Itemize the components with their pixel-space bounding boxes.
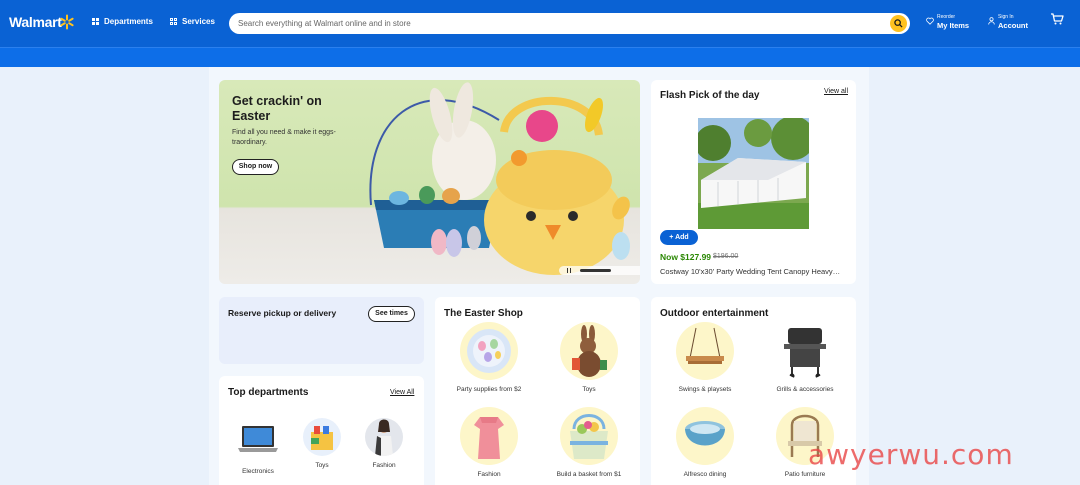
easter-tile-party-supplies[interactable]: Party supplies from $2 xyxy=(447,322,531,393)
department-label: Electronics xyxy=(242,468,274,475)
flash-view-all-link[interactable]: View all xyxy=(824,88,848,95)
outdoor-tile-swings[interactable]: Swings & playsets xyxy=(663,322,747,393)
was-price: $196.00 xyxy=(713,253,739,260)
easter-item-label: Build a basket from $1 xyxy=(556,471,622,478)
outdoor-tile-grills[interactable]: Grills & accessories xyxy=(763,322,847,393)
outdoor-title: Outdoor entertainment xyxy=(660,308,769,319)
easter-shop-title: The Easter Shop xyxy=(444,308,523,319)
easter-item-label: Fashion xyxy=(477,471,501,478)
swing-icon xyxy=(676,322,734,380)
hero-title: Get crackin' on Easter xyxy=(232,94,322,123)
hero-subtitle: Find all you need & make it eggs-traordi… xyxy=(232,129,336,146)
pause-icon[interactable] xyxy=(567,268,571,273)
see-times-button[interactable]: See times xyxy=(368,306,415,322)
reorder-small-label: Reorder xyxy=(937,14,956,20)
add-to-cart-button[interactable]: + Add xyxy=(660,230,698,245)
spark-logo-icon[interactable] xyxy=(59,14,75,30)
easter-basket-icon xyxy=(560,407,618,465)
department-tile-electronics[interactable]: Electronics xyxy=(233,418,283,475)
signin-small-label: Sign In xyxy=(998,14,1014,20)
current-price: Now $127.99 xyxy=(660,252,712,262)
product-name-link[interactable]: Costway 10'x30' Party Wedding Tent Canop… xyxy=(660,267,850,276)
shop-now-button[interactable]: Shop now xyxy=(232,159,279,175)
account-link[interactable]: Sign In Account xyxy=(988,14,1028,31)
top-header: Walmart Departments Services Reorder My xyxy=(0,0,1080,47)
grid-icon xyxy=(92,17,100,26)
search-bar xyxy=(229,13,910,34)
department-tile-toys[interactable]: Toys xyxy=(299,418,345,469)
easter-hero-banner[interactable]: Get crackin' on Easter Find all you need… xyxy=(219,80,640,284)
person-icon xyxy=(988,17,995,25)
outdoor-item-label: Alfresco dining xyxy=(683,471,727,478)
search-button[interactable] xyxy=(890,15,907,32)
departments-button[interactable]: Departments xyxy=(92,17,153,26)
bowl-icon xyxy=(676,407,734,465)
heart-icon xyxy=(926,17,934,25)
top-departments-title: Top departments xyxy=(228,387,309,398)
easter-tile-basket[interactable]: Build a basket from $1 xyxy=(547,407,631,478)
top-departments-view-all-link[interactable]: View All xyxy=(390,389,414,396)
tent-product-image[interactable] xyxy=(698,118,809,229)
fashion-model-icon xyxy=(365,418,403,456)
easter-tile-toys[interactable]: Toys xyxy=(547,322,631,393)
cart-icon[interactable] xyxy=(1050,13,1064,25)
walmart-logo[interactable]: Walmart xyxy=(9,14,62,30)
services-button[interactable]: Services xyxy=(170,17,215,26)
outdoor-tile-alfresco[interactable]: Alfresco dining xyxy=(663,407,747,478)
easter-item-label: Toys xyxy=(582,386,596,393)
services-label: Services xyxy=(182,17,215,26)
site-watermark: awyerwu.com xyxy=(808,438,1014,471)
flash-pick-title: Flash Pick of the day xyxy=(660,90,760,101)
add-button-label: Add xyxy=(675,234,689,241)
department-label: Toys xyxy=(315,462,329,469)
top-departments-card: Top departments View All Electronics Toy… xyxy=(219,376,424,485)
grill-icon xyxy=(776,322,834,380)
department-tile-fashion[interactable]: Fashion xyxy=(361,418,407,469)
easter-plate-icon xyxy=(460,322,518,380)
reorder-big-label: My Items xyxy=(937,21,970,30)
secondary-nav-bar xyxy=(0,47,1080,67)
toy-blocks-icon xyxy=(303,418,341,456)
services-grid-icon xyxy=(170,17,178,26)
departments-label: Departments xyxy=(104,17,153,26)
outdoor-item-label: Grills & accessories xyxy=(776,386,834,393)
department-label: Fashion xyxy=(372,462,396,469)
reserve-pickup-card: Reserve pickup or delivery See times xyxy=(219,297,424,364)
bunny-toy-icon xyxy=(560,322,618,380)
laptop-icon xyxy=(236,418,280,462)
easter-item-label: Party supplies from $2 xyxy=(456,386,522,393)
account-big-label: Account xyxy=(998,21,1028,30)
outdoor-item-label: Swings & playsets xyxy=(678,386,732,393)
reserve-title: Reserve pickup or delivery xyxy=(228,308,337,318)
search-icon xyxy=(894,19,903,28)
flash-pick-card: Flash Pick of the day View all + Add Now… xyxy=(651,80,856,284)
carousel-controls xyxy=(559,266,640,275)
pink-dress-icon xyxy=(460,407,518,465)
easter-tile-fashion[interactable]: Fashion xyxy=(447,407,531,478)
easter-shop-card: The Easter Shop Party supplies from $2 T… xyxy=(435,297,640,485)
search-input[interactable] xyxy=(238,17,878,30)
reorder-link[interactable]: Reorder My Items xyxy=(926,14,969,31)
carousel-progress-indicator[interactable] xyxy=(580,269,611,272)
outdoor-item-label: Patio furniture xyxy=(784,471,826,478)
easter-basket-hero-image xyxy=(369,82,630,275)
